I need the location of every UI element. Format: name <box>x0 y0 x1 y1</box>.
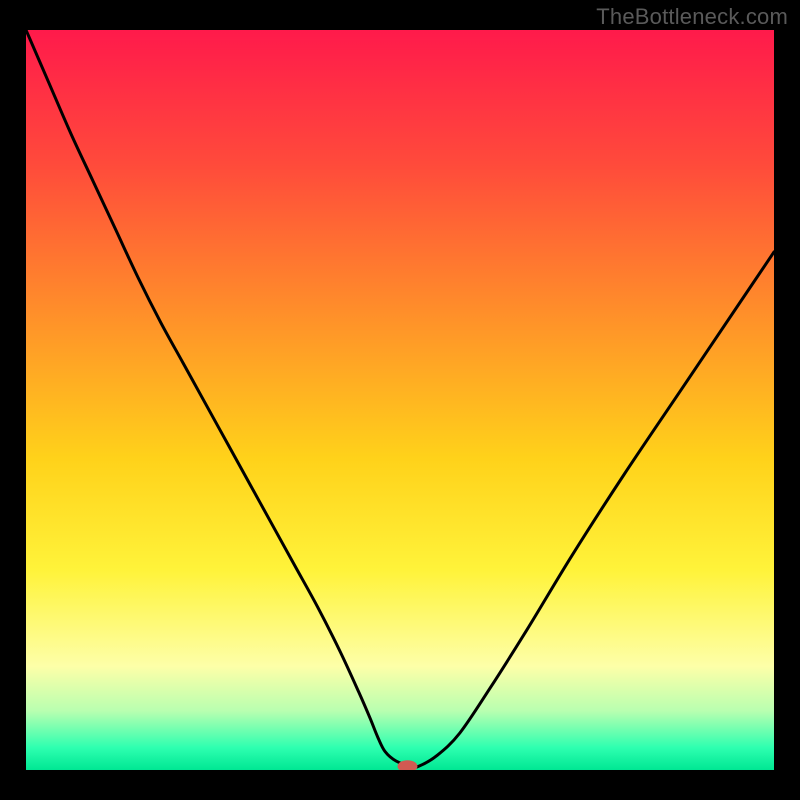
chart-svg <box>26 30 774 770</box>
watermark-text: TheBottleneck.com <box>596 4 788 30</box>
gradient-rect <box>26 30 774 770</box>
plot-area <box>26 30 774 770</box>
chart-frame: TheBottleneck.com <box>0 0 800 800</box>
